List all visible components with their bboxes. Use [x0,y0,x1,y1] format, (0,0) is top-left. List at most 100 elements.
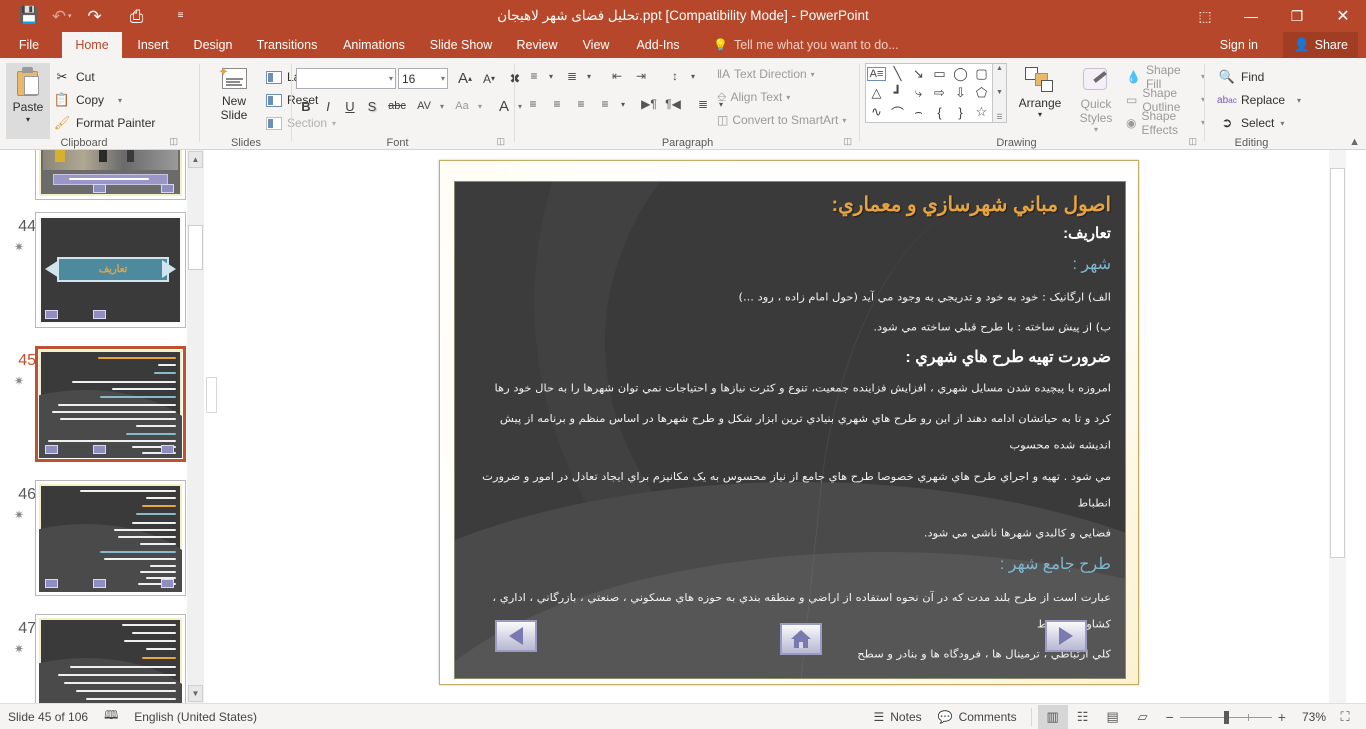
list-item[interactable]: 45 ✷ [0,346,204,468]
notes-button[interactable]: ☰ Notes [866,704,930,729]
right-arrow-shape-icon[interactable]: ⇨ [934,85,945,101]
elbow-connector-icon[interactable]: ┛ [894,85,902,101]
italic-button[interactable]: I [318,96,338,116]
collapse-ribbon-icon[interactable]: ▲ [1349,136,1360,148]
shapes-scroll-up-icon[interactable]: ▲ [996,65,1003,72]
paste-button[interactable]: Paste ▾ [6,63,50,139]
slide-counter[interactable]: Slide 45 of 106 [0,704,96,729]
quick-styles-button[interactable]: Quick Styles ▾ [1070,63,1122,139]
ribbon-display-options-icon[interactable]: ⬚ [1182,0,1228,32]
slide-text-container[interactable]: اصول مباني شهرسازي و معماري: تعاریف: شهر… [455,182,1125,678]
scroll-down-icon[interactable]: ▼ [188,685,203,702]
scrollbar-thumb[interactable] [1330,168,1345,558]
text-direction-caret[interactable]: ▾ [811,70,815,79]
font-name-caret[interactable]: ▾ [389,74,393,83]
slide-content[interactable]: اصول مباني شهرسازي و معماري: تعاریف: شهر… [454,181,1126,679]
slideshow-view-button[interactable]: ▱ [1128,705,1158,729]
right-brace-shape-icon[interactable]: } [958,105,962,120]
start-slideshow-icon[interactable]: ⎙ [122,3,152,29]
shape-fill-button[interactable]: 💧 Shape Fill ▾ [1126,63,1205,91]
shapes-more-icon[interactable]: ☰ [996,113,1002,121]
arrange-button[interactable]: Arrange ▾ [1012,63,1068,139]
canvas-vertical-scrollbar[interactable] [1329,150,1346,703]
select-caret[interactable]: ▾ [1280,119,1284,128]
zoom-out-button[interactable]: − [1166,709,1174,725]
tab-file[interactable]: File [8,32,50,58]
align-center-button[interactable]: ≡ [545,94,569,114]
line-spacing-button[interactable]: ↕ [663,66,687,86]
justify-caret[interactable]: ▾ [617,94,629,114]
tab-transitions[interactable]: Transitions [248,32,326,58]
bold-button[interactable]: B [296,96,316,116]
text-direction-button[interactable]: ‖A Text Direction ▾ [717,64,815,84]
font-color-button[interactable]: A [494,96,514,116]
undo-dropdown-caret[interactable]: ▾ [68,12,72,20]
tab-animations[interactable]: Animations [334,32,414,58]
slide-sorter-view-button[interactable]: ☷ [1068,705,1098,729]
line-shape-icon[interactable]: ╲ [894,66,902,82]
align-text-button[interactable]: ⎒ Align Text ▾ [717,87,790,107]
font-size-caret[interactable]: ▾ [441,74,445,83]
text-shadow-button[interactable]: S [362,96,382,116]
align-text-caret[interactable]: ▾ [786,93,790,102]
character-spacing-caret[interactable]: ▾ [436,96,448,116]
arrow-shape-icon[interactable]: ↘ [913,66,924,82]
decrease-font-size-button[interactable]: A ▾ [478,68,500,89]
zoom-in-button[interactable]: + [1278,709,1286,725]
arc-shape-icon[interactable]: ⌢ [914,104,923,120]
justify-button[interactable]: ≡ [593,94,617,114]
scrollbar-thumb[interactable] [188,225,203,270]
find-button[interactable]: 🔍 Find [1219,66,1264,88]
slide-thumbnail-pane[interactable]: 44 ✷ تعاریف 45 ✷ 46 ✷ 47 ✷ ▲ ▼ [0,150,204,703]
bullets-button[interactable]: ≡ [523,66,545,86]
thumbnail-frame[interactable] [35,150,186,200]
minimize-icon[interactable]: — [1228,0,1274,32]
language-indicator[interactable]: English (United States) [126,704,265,729]
select-button[interactable]: ➲ Select ▾ [1219,112,1285,134]
line-spacing-caret[interactable]: ▾ [687,66,699,86]
rtl-text-direction-button[interactable]: ¶◀ [661,94,685,114]
elbow-arrow-connector-icon[interactable]: ⤷ [915,85,922,101]
curve-shape-icon[interactable]: ⌒ [891,103,904,122]
clipboard-dialog-launcher[interactable]: ◫ [169,136,178,147]
shapes-gallery-scrollbar[interactable]: ▲ ▼ ☰ [993,63,1007,123]
normal-view-button[interactable]: ▥ [1037,705,1068,729]
numbering-caret[interactable]: ▾ [583,66,595,86]
home-action-button[interactable] [780,623,822,655]
shape-effects-button[interactable]: ◉ Shape Effects ▾ [1126,109,1205,137]
text-box-shape-icon[interactable]: A≡ [866,66,887,81]
align-right-button[interactable]: ≡ [569,94,593,114]
freeform-scribble-icon[interactable]: ∿ [871,104,882,120]
tab-slide-show[interactable]: Slide Show [422,32,500,58]
close-icon[interactable]: ✕ [1320,0,1366,32]
tab-review[interactable]: Review [508,32,566,58]
arrange-caret[interactable]: ▾ [1038,110,1042,119]
font-name-input[interactable]: ▾ [296,68,396,89]
copy-button[interactable]: 📋 Copy ▾ [54,89,122,111]
paste-dropdown-caret[interactable]: ▾ [26,115,30,124]
save-icon[interactable]: 💾 [14,3,44,29]
tab-view[interactable]: View [574,32,618,58]
increase-indent-button[interactable]: ⇥ [629,66,653,86]
tab-home[interactable]: Home [62,32,122,58]
align-left-button[interactable]: ≡ [521,94,545,114]
pane-splitter-handle[interactable] [206,377,217,413]
copy-dropdown-caret[interactable]: ▾ [118,96,122,105]
quick-styles-caret[interactable]: ▾ [1094,125,1098,134]
fit-slide-to-window-button[interactable]: ⛶ [1330,705,1360,729]
left-brace-shape-icon[interactable]: { [937,105,941,120]
rounded-rectangle-shape-icon[interactable]: ▢ [975,66,987,82]
oval-shape-icon[interactable]: ◯ [953,66,968,82]
tab-design[interactable]: Design [186,32,240,58]
tab-add-ins[interactable]: Add-Ins [626,32,690,58]
customize-quick-access-toolbar-icon[interactable]: ≡ [166,3,196,29]
convert-to-smartart-button[interactable]: ◫ Convert to SmartArt ▾ [717,110,846,130]
columns-button[interactable]: ≣ [691,94,715,114]
list-item[interactable]: 47 ✷ [0,614,204,703]
bullets-caret[interactable]: ▾ [545,66,557,86]
tab-insert[interactable]: Insert [128,32,178,58]
zoom-track[interactable] [1179,710,1272,724]
scroll-up-icon[interactable]: ▲ [188,151,203,168]
thumbnail-pane-scrollbar[interactable]: ▲ ▼ [187,150,204,703]
reading-view-button[interactable]: ▤ [1098,705,1128,729]
